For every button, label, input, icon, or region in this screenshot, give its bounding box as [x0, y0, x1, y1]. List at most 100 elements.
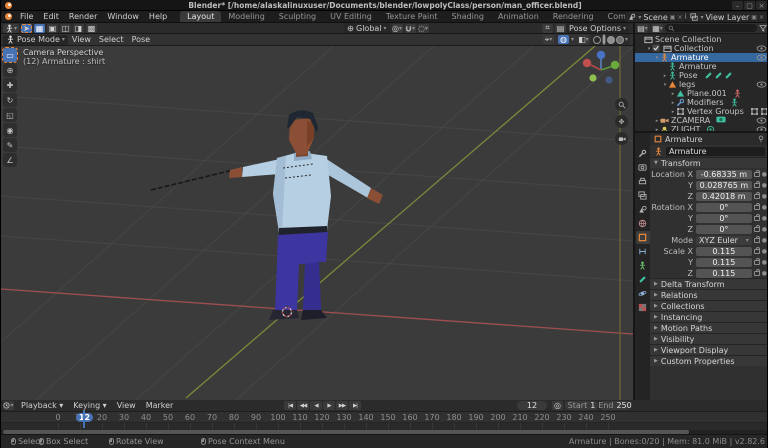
properties-tab-scene[interactable]: [636, 203, 650, 216]
play-reverse-button[interactable]: ◀: [310, 401, 322, 410]
lock-icon[interactable]: [754, 205, 760, 210]
animate-dot-icon[interactable]: ●: [762, 226, 767, 233]
display-mode-dropdown[interactable]: ▦▾: [652, 24, 663, 33]
lock-icon[interactable]: [754, 260, 760, 265]
frame-start-field[interactable]: Start1: [565, 401, 598, 410]
outliner-search-input[interactable]: [665, 24, 757, 32]
overlays-toggle-button[interactable]: ◍: [558, 35, 569, 44]
pin-icon[interactable]: [757, 135, 765, 143]
workspace-tab-uv-editing[interactable]: UV Editing: [323, 11, 379, 22]
close-view-layer-button[interactable]: ×: [759, 14, 764, 21]
properties-tab-output[interactable]: [636, 175, 650, 188]
properties-tab-render[interactable]: [636, 161, 650, 174]
wireframe-shading-button[interactable]: [593, 36, 601, 44]
menu-file[interactable]: File: [15, 12, 38, 21]
visibility-eye-icon[interactable]: [756, 81, 767, 88]
zoom-view-button[interactable]: [615, 98, 628, 111]
move-view-button[interactable]: ✥: [615, 115, 628, 128]
panel-visibility[interactable]: ▶Visibility: [650, 333, 768, 344]
properties-tab-physics[interactable]: [636, 287, 650, 300]
animate-dot-icon[interactable]: ●: [762, 248, 767, 255]
animate-dot-icon[interactable]: ●: [762, 193, 767, 200]
transform-value-field[interactable]: 0.115: [696, 258, 752, 267]
lock-icon[interactable]: [754, 172, 760, 177]
new-scene-button[interactable]: ▣: [670, 14, 676, 21]
rotate-tool[interactable]: ↻: [3, 93, 17, 107]
select-mode-2-button[interactable]: ▣: [47, 24, 58, 33]
workspace-tab-shading[interactable]: Shading: [444, 11, 491, 22]
viewport-menu-pose[interactable]: Pose: [128, 35, 155, 44]
transform-panel-header[interactable]: ▼ Transform: [650, 157, 768, 168]
select-box-tool[interactable]: ▭: [3, 48, 17, 62]
workspace-tab-texture-paint[interactable]: Texture Paint: [379, 11, 445, 22]
view-layer-selector[interactable]: ▾ View Layer ▣ ×: [687, 12, 767, 22]
workspace-tab-animation[interactable]: Animation: [491, 11, 546, 22]
prev-key-button[interactable]: ◀◀: [297, 401, 309, 410]
move-tool[interactable]: ✚: [3, 78, 17, 92]
transforms-pivot-icon[interactable]: ⌗: [542, 24, 553, 33]
properties-tab-bone[interactable]: [636, 273, 650, 286]
bone-icon[interactable]: [724, 71, 733, 80]
transform-value-field[interactable]: XYZ Euler▾: [696, 236, 752, 245]
bone-icon[interactable]: [714, 71, 723, 80]
lock-icon[interactable]: [754, 194, 760, 199]
checkbox-icon[interactable]: [652, 44, 661, 53]
timeline-editor-type-dropdown[interactable]: ▾: [3, 401, 14, 410]
editor-type-dropdown[interactable]: ▤▾: [637, 24, 648, 33]
animate-dot-icon[interactable]: ●: [762, 171, 767, 178]
animate-dot-icon[interactable]: ●: [762, 270, 767, 277]
new-view-layer-button[interactable]: ▣: [751, 14, 757, 21]
visibility-eye-icon[interactable]: [756, 54, 767, 61]
select-mode-4-button[interactable]: ◨: [73, 24, 84, 33]
camera-view-button[interactable]: [615, 132, 628, 145]
maximize-button[interactable]: ▢: [744, 1, 755, 10]
visibility-eye-icon[interactable]: [756, 45, 767, 52]
close-scene-button[interactable]: ×: [677, 14, 682, 21]
blender-menu-icon[interactable]: [4, 12, 13, 21]
select-mode-3-button[interactable]: ◫: [60, 24, 71, 33]
animate-dot-icon[interactable]: ●: [762, 259, 767, 266]
transform-value-field[interactable]: 0.115: [696, 269, 752, 278]
outliner-item-pose[interactable]: ▸Pose: [635, 71, 768, 80]
outliner-item-legs[interactable]: ▾legs: [635, 80, 768, 89]
filter-funnel-icon[interactable]: [759, 24, 767, 32]
annotate-tool[interactable]: ✎: [3, 138, 17, 152]
transform-value-field[interactable]: 0°: [696, 214, 752, 223]
snap-magnet-button[interactable]: ▾: [405, 24, 416, 33]
outliner-item-armature[interactable]: Armature: [635, 62, 768, 71]
panel-collections[interactable]: ▶Collections: [650, 300, 768, 311]
mode-dropdown[interactable]: Pose Mode ▾: [3, 35, 68, 45]
properties-tab-object[interactable]: [636, 231, 650, 244]
transform-tool[interactable]: ◉: [3, 123, 17, 137]
animate-dot-icon[interactable]: ●: [762, 182, 767, 189]
vgroup-icon[interactable]: [750, 107, 759, 116]
lock-icon[interactable]: [754, 238, 760, 243]
transform-value-field[interactable]: -0.68335 m: [696, 170, 752, 179]
timeline-menu-view[interactable]: View: [112, 401, 141, 410]
scene-selector[interactable]: ▾ Scene ▣ ×: [625, 12, 685, 22]
scale-tool[interactable]: ◱: [3, 108, 17, 122]
pivot-point-dropdown[interactable]: ◎▾: [392, 24, 403, 33]
transform-value-field[interactable]: 0°: [696, 225, 752, 234]
properties-tab-world[interactable]: [636, 217, 650, 230]
mod-person-icon[interactable]: [733, 89, 742, 98]
jump-start-button[interactable]: |◀: [284, 401, 296, 410]
outliner-item-plane-001[interactable]: ▸Plane.001: [635, 89, 768, 98]
animate-dot-icon[interactable]: ●: [762, 215, 767, 222]
auto-keying-button[interactable]: ◎: [552, 401, 563, 410]
vgroup-icon[interactable]: [760, 107, 768, 116]
minimize-button[interactable]: –: [732, 1, 743, 10]
menu-render[interactable]: Render: [64, 12, 102, 21]
animate-dot-icon[interactable]: ●: [762, 204, 767, 211]
lock-icon[interactable]: [754, 183, 760, 188]
camera-data-icon[interactable]: [716, 116, 725, 125]
viewport-menu-view[interactable]: View: [68, 35, 95, 44]
properties-tab-tool[interactable]: [636, 147, 650, 160]
gizmo-toggle-button[interactable]: ⌖▾: [543, 35, 554, 44]
solid-shading-button[interactable]: [602, 35, 606, 44]
transform-value-field[interactable]: 0.42018 m: [696, 192, 752, 201]
xray-toggle-button[interactable]: ◧▾: [578, 35, 589, 44]
outliner-item-zcamera[interactable]: ▸ZCAMERA: [635, 116, 768, 125]
cursor-tool[interactable]: ⊕: [3, 63, 17, 77]
timeline-menu-keying[interactable]: Keying ▾: [68, 401, 111, 410]
